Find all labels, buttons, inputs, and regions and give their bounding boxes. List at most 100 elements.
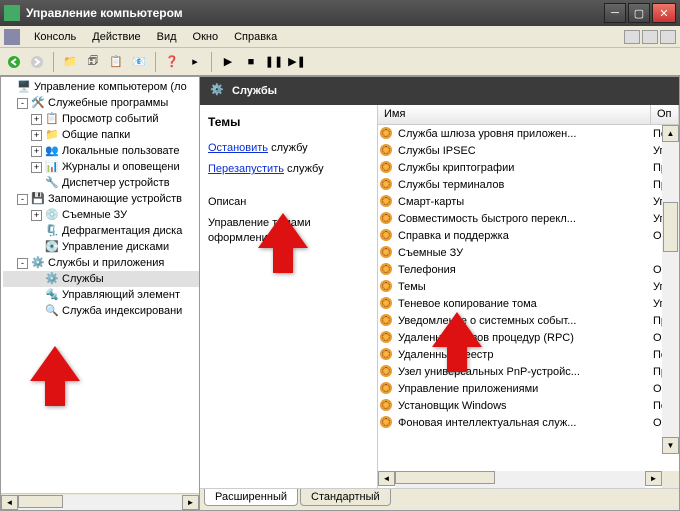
tree-device-manager[interactable]: 🔧Диспетчер устройств bbox=[3, 175, 199, 191]
service-row[interactable]: Теневое копирование томаУп bbox=[378, 295, 679, 312]
restart-service-link[interactable]: Перезапустить bbox=[208, 163, 284, 175]
action-button[interactable]: ▸ bbox=[185, 52, 205, 72]
gear-icon bbox=[380, 212, 394, 226]
menu-view[interactable]: Вид bbox=[149, 29, 185, 45]
app-icon bbox=[4, 5, 20, 21]
list-header: Имя Оп bbox=[378, 105, 679, 125]
service-row[interactable]: Узел универсальных PnP-устройс...Пр bbox=[378, 363, 679, 380]
scroll-right-button[interactable]: ► bbox=[182, 495, 199, 510]
service-row[interactable]: Фоновая интеллектуальная служ...Об bbox=[378, 414, 679, 431]
column-name[interactable]: Имя bbox=[378, 105, 651, 124]
service-row[interactable]: ТемыУп bbox=[378, 278, 679, 295]
column-description[interactable]: Оп bbox=[651, 105, 679, 124]
gear-icon bbox=[380, 297, 394, 311]
service-name: Теневое копирование тома bbox=[398, 298, 653, 310]
close-button[interactable]: ✕ bbox=[652, 3, 676, 23]
tree-disk-mgmt[interactable]: 💽Управление дисками bbox=[3, 239, 199, 255]
service-row[interactable]: Удаленный реестрПо... bbox=[378, 346, 679, 363]
tree-hscrollbar[interactable]: ◄ ► bbox=[1, 493, 199, 510]
service-name: Съемные ЗУ bbox=[398, 247, 653, 259]
service-row[interactable]: Установщик WindowsПо... bbox=[378, 397, 679, 414]
service-row[interactable]: Смарт-картыУп bbox=[378, 193, 679, 210]
tab-standard[interactable]: Стандартный bbox=[300, 489, 391, 506]
service-name: Темы bbox=[398, 281, 653, 293]
service-name: Фоновая интеллектуальная служ... bbox=[398, 417, 653, 429]
tree-defrag[interactable]: 🗜️Дефрагментация диска bbox=[3, 223, 199, 239]
service-name: Службы IPSEC bbox=[398, 145, 653, 157]
gear-icon bbox=[380, 246, 394, 260]
gear-icon bbox=[380, 178, 394, 192]
stop-button[interactable]: ■ bbox=[241, 52, 261, 72]
restart-button[interactable]: ▶❚ bbox=[287, 52, 307, 72]
scroll-down-button[interactable]: ▼ bbox=[662, 437, 679, 454]
service-row[interactable]: ТелефонияОб bbox=[378, 261, 679, 278]
service-row[interactable]: Уведомление о системных событ...Пр bbox=[378, 312, 679, 329]
refresh-button[interactable]: 📧 bbox=[129, 52, 149, 72]
menu-help[interactable]: Справка bbox=[226, 29, 285, 45]
scroll-left-button[interactable]: ◄ bbox=[378, 471, 395, 486]
scroll-up-button[interactable]: ▲ bbox=[662, 125, 679, 142]
service-row[interactable]: Службы IPSECУп bbox=[378, 142, 679, 159]
tree-perf-logs[interactable]: +📊Журналы и оповещени bbox=[3, 159, 199, 175]
gear-icon bbox=[380, 263, 394, 277]
service-row[interactable]: Управление приложениямиОб bbox=[378, 380, 679, 397]
scroll-thumb[interactable] bbox=[395, 471, 495, 484]
tree-shared-folders[interactable]: +📁Общие папки bbox=[3, 127, 199, 143]
pause-button[interactable]: ❚❚ bbox=[264, 52, 284, 72]
mdi-minimize-button[interactable] bbox=[624, 30, 640, 44]
panel-title: Службы bbox=[232, 85, 277, 97]
list-hscrollbar[interactable]: ◄ ► bbox=[378, 471, 679, 488]
menu-window[interactable]: Окно bbox=[185, 29, 227, 45]
service-row[interactable]: Совместимость быстрого перекл...Уп bbox=[378, 210, 679, 227]
service-row[interactable]: Съемные ЗУ bbox=[378, 244, 679, 261]
tab-extended[interactable]: Расширенный bbox=[204, 489, 298, 506]
menu-console[interactable]: Консоль bbox=[26, 29, 84, 45]
tree-local-users[interactable]: +👥Локальные пользовате bbox=[3, 143, 199, 159]
maximize-button[interactable]: ▢ bbox=[628, 3, 650, 23]
minimize-button[interactable]: ─ bbox=[604, 3, 626, 23]
tree-storage[interactable]: -💾Запоминающие устройств bbox=[3, 191, 199, 207]
forward-button[interactable] bbox=[27, 52, 47, 72]
help-button[interactable]: ❓ bbox=[162, 52, 182, 72]
tree-panel: 🖥️Управление компьютером (ло -🛠️Служебны… bbox=[0, 76, 200, 511]
scroll-thumb[interactable] bbox=[18, 495, 63, 508]
tree-removable[interactable]: +💿Съемные ЗУ bbox=[3, 207, 199, 223]
properties-button[interactable]: 🗊 bbox=[83, 52, 103, 72]
tree-system-tools[interactable]: -🛠️Служебные программы bbox=[3, 95, 199, 111]
list-vscrollbar[interactable]: ▲ ▼ bbox=[662, 125, 679, 454]
tree-services[interactable]: ⚙️Службы bbox=[3, 271, 199, 287]
mdi-close-button[interactable] bbox=[660, 30, 676, 44]
tree-services-apps[interactable]: -⚙️Службы и приложения bbox=[3, 255, 199, 271]
gear-icon bbox=[380, 229, 394, 243]
play-button[interactable]: ▶ bbox=[218, 52, 238, 72]
export-button[interactable]: 📋 bbox=[106, 52, 126, 72]
service-row[interactable]: Службы терминаловПр bbox=[378, 176, 679, 193]
service-row[interactable]: Справка и поддержкаОб bbox=[378, 227, 679, 244]
menu-action[interactable]: Действие bbox=[84, 29, 148, 45]
tree-root[interactable]: 🖥️Управление компьютером (ло bbox=[3, 79, 199, 95]
gear-icon bbox=[380, 399, 394, 413]
up-button[interactable]: 📁 bbox=[60, 52, 80, 72]
gear-icon bbox=[380, 127, 394, 141]
gear-icon bbox=[380, 314, 394, 328]
service-row[interactable]: Удаленный вызов процедур (RPC)Об bbox=[378, 329, 679, 346]
scroll-thumb[interactable] bbox=[663, 202, 678, 252]
back-button[interactable] bbox=[4, 52, 24, 72]
service-row[interactable]: Службы криптографииПр bbox=[378, 159, 679, 176]
scroll-corner bbox=[662, 471, 679, 488]
mdi-restore-button[interactable] bbox=[642, 30, 658, 44]
toolbar: 📁 🗊 📋 📧 ❓ ▸ ▶ ■ ❚❚ ▶❚ bbox=[0, 48, 680, 76]
description-label: Описан bbox=[208, 196, 246, 208]
service-name: Службы терминалов bbox=[398, 179, 653, 191]
scroll-right-button[interactable]: ► bbox=[645, 471, 662, 486]
tree-indexing[interactable]: 🔍Служба индексировани bbox=[3, 303, 199, 319]
scroll-left-button[interactable]: ◄ bbox=[1, 495, 18, 510]
tree-wmi[interactable]: 🔩Управляющий элемент bbox=[3, 287, 199, 303]
detail-panel: Темы Остановить службу Перезапустить слу… bbox=[200, 105, 378, 488]
panel-title-bar: ⚙️ Службы bbox=[200, 77, 679, 105]
service-row[interactable]: Служба шлюза уровня приложен...По... bbox=[378, 125, 679, 142]
services-list: Имя Оп Служба шлюза уровня приложен...По… bbox=[378, 105, 679, 488]
service-name: Смарт-карты bbox=[398, 196, 653, 208]
stop-service-link[interactable]: Остановить bbox=[208, 142, 268, 154]
tree-event-viewer[interactable]: +📋Просмотр событий bbox=[3, 111, 199, 127]
